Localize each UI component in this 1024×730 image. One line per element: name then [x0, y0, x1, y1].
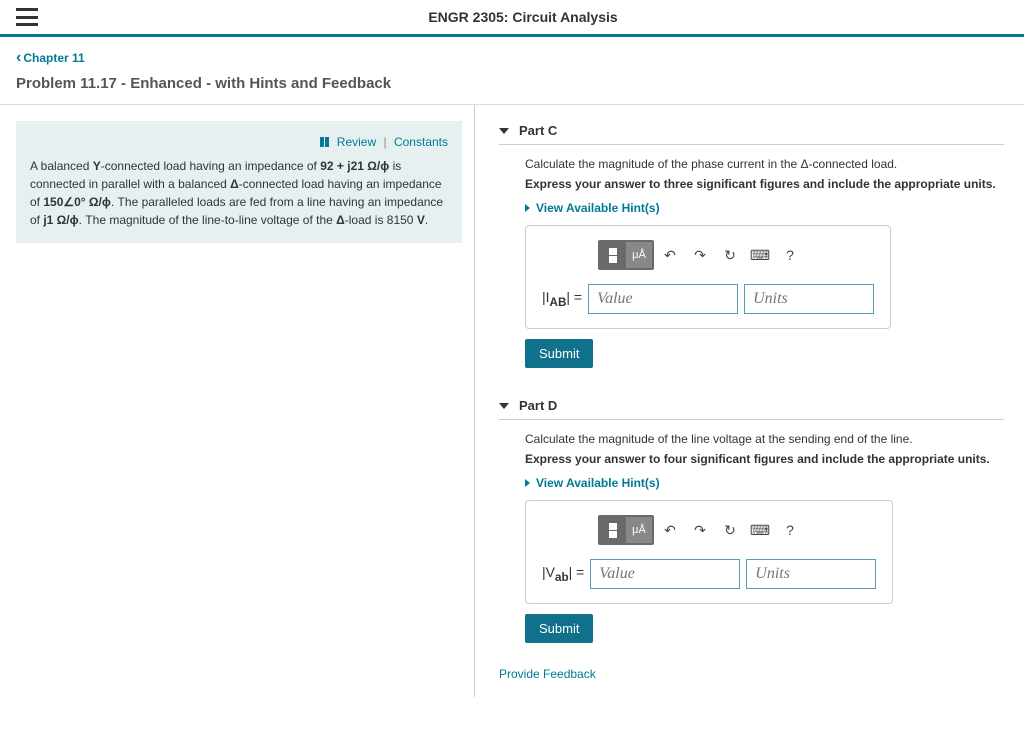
- part-d-value-input[interactable]: [590, 559, 740, 589]
- part-c-instruction: Calculate the magnitude of the phase cur…: [525, 157, 1004, 171]
- chevron-right-icon: [525, 204, 530, 212]
- part-c: Part C Calculate the magnitude of the ph…: [499, 117, 1004, 368]
- templates-group: μÅ: [598, 515, 654, 545]
- part-d-instruction: Calculate the magnitude of the line volt…: [525, 432, 1004, 446]
- problem-title: Problem 11.17 - Enhanced - with Hints an…: [0, 71, 1024, 105]
- keyboard-icon[interactable]: ⌨: [746, 517, 774, 543]
- part-d-express: Express your answer to four significant …: [525, 452, 1004, 466]
- units-formatter-button[interactable]: μÅ: [626, 242, 652, 268]
- part-d-header[interactable]: Part D: [499, 392, 1004, 420]
- undo-icon[interactable]: ↶: [656, 517, 684, 543]
- part-d-hints-link[interactable]: View Available Hint(s): [525, 476, 1004, 490]
- header: ENGR 2305: Circuit Analysis: [0, 0, 1024, 37]
- chevron-right-icon: [525, 479, 530, 487]
- fraction-icon[interactable]: [600, 242, 626, 268]
- part-d: Part D Calculate the magnitude of the li…: [499, 392, 1004, 643]
- part-c-hints-link[interactable]: View Available Hint(s): [525, 201, 1004, 215]
- main: Review | Constants A balanced Y-connecte…: [0, 105, 1024, 697]
- right-column: Part C Calculate the magnitude of the ph…: [475, 105, 1024, 697]
- part-d-submit-button[interactable]: Submit: [525, 614, 593, 643]
- part-c-answer-box: μÅ ↶ ↷ ↻ ⌨ ? |IAB| =: [525, 225, 891, 329]
- keyboard-icon[interactable]: ⌨: [746, 242, 774, 268]
- help-icon[interactable]: ?: [776, 242, 804, 268]
- part-d-toolbar: μÅ ↶ ↷ ↻ ⌨ ?: [598, 515, 876, 545]
- review-link[interactable]: Review: [337, 135, 376, 149]
- part-c-input-row: |IAB| =: [542, 284, 874, 314]
- undo-icon[interactable]: ↶: [656, 242, 684, 268]
- problem-text: A balanced Y-connected load having an im…: [30, 157, 448, 229]
- part-c-body: Calculate the magnitude of the phase cur…: [499, 157, 1004, 368]
- course-title: ENGR 2305: Circuit Analysis: [38, 9, 1008, 25]
- constants-link[interactable]: Constants: [394, 135, 448, 149]
- left-column: Review | Constants A balanced Y-connecte…: [0, 105, 475, 697]
- chevron-down-icon: [499, 128, 509, 134]
- part-c-toolbar: μÅ ↶ ↷ ↻ ⌨ ?: [598, 240, 874, 270]
- redo-icon[interactable]: ↷: [686, 242, 714, 268]
- part-c-value-input[interactable]: [588, 284, 738, 314]
- templates-group: μÅ: [598, 240, 654, 270]
- problem-statement-box: Review | Constants A balanced Y-connecte…: [16, 121, 462, 243]
- part-d-units-input[interactable]: [746, 559, 876, 589]
- chapter-back-link[interactable]: Chapter 11: [0, 37, 101, 71]
- redo-icon[interactable]: ↷: [686, 517, 714, 543]
- part-d-body: Calculate the magnitude of the line volt…: [499, 432, 1004, 643]
- reset-icon[interactable]: ↻: [716, 517, 744, 543]
- part-c-header[interactable]: Part C: [499, 117, 1004, 145]
- part-c-units-input[interactable]: [744, 284, 874, 314]
- fraction-icon[interactable]: [600, 517, 626, 543]
- info-links: Review | Constants: [30, 133, 448, 151]
- chevron-down-icon: [499, 403, 509, 409]
- part-d-input-row: |Vab| =: [542, 559, 876, 589]
- reset-icon[interactable]: ↻: [716, 242, 744, 268]
- part-d-answer-box: μÅ ↶ ↷ ↻ ⌨ ? |Vab| =: [525, 500, 893, 604]
- provide-feedback-link[interactable]: Provide Feedback: [499, 667, 1004, 681]
- help-icon[interactable]: ?: [776, 517, 804, 543]
- book-icon: [320, 134, 330, 144]
- part-c-variable-label: |IAB| =: [542, 289, 582, 309]
- units-formatter-button[interactable]: μÅ: [626, 517, 652, 543]
- part-d-variable-label: |Vab| =: [542, 564, 584, 584]
- menu-icon[interactable]: [16, 8, 38, 26]
- part-c-submit-button[interactable]: Submit: [525, 339, 593, 368]
- part-c-express: Express your answer to three significant…: [525, 177, 1004, 191]
